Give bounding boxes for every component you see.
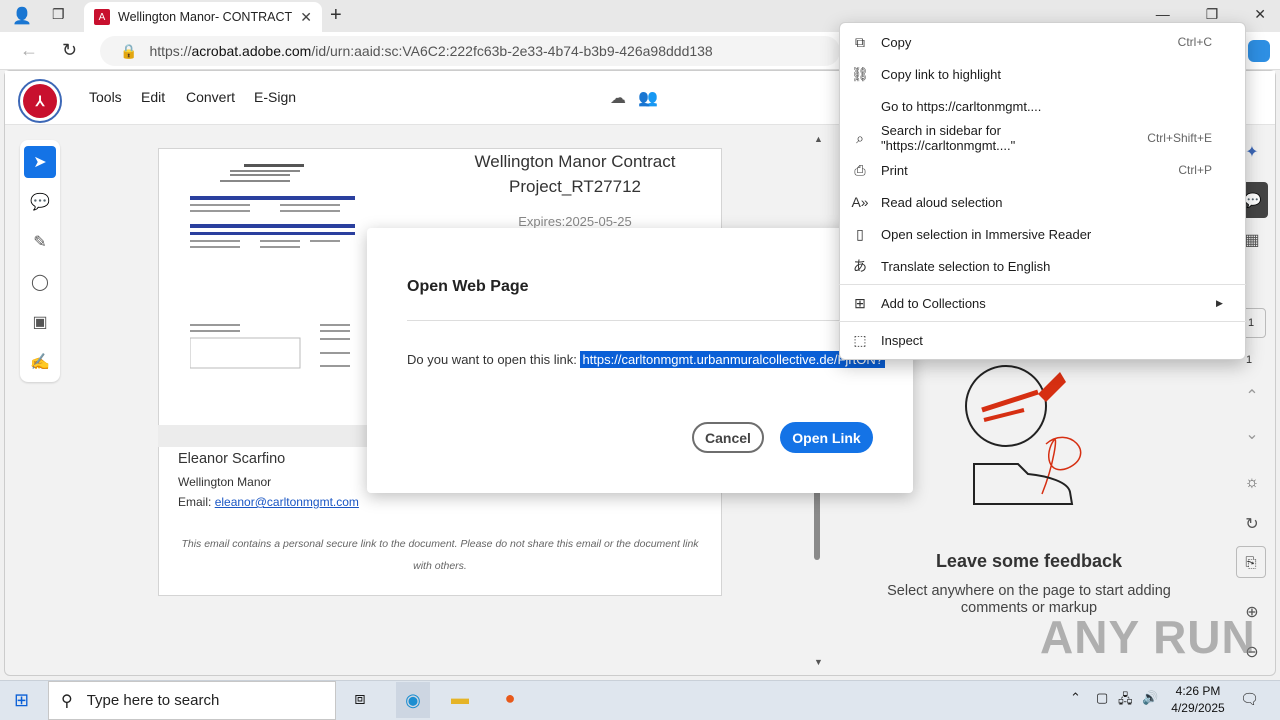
watermark: ANY RUN bbox=[1040, 611, 1256, 663]
document-info-icon[interactable]: ⎘ bbox=[1236, 546, 1266, 578]
document-title-line2: Project_RT27712 bbox=[509, 177, 641, 196]
translate-icon: あ bbox=[853, 258, 867, 274]
clock-time: 4:26 PM bbox=[1175, 684, 1221, 698]
dialog-message: Do you want to open this link: https://c… bbox=[407, 351, 885, 368]
dialog-separator bbox=[407, 320, 873, 321]
file-explorer-icon[interactable]: ▬ bbox=[446, 688, 474, 712]
inspect-icon: ⬚ bbox=[853, 331, 867, 348]
clock[interactable]: 4:26 PM 4/29/2025 bbox=[1162, 683, 1234, 717]
search-icon: ⚲ bbox=[61, 692, 73, 710]
cloud-icon[interactable]: ☁ bbox=[610, 88, 626, 108]
comment-tool-icon[interactable]: 💬 bbox=[24, 186, 56, 218]
lock-icon[interactable]: 🔒 bbox=[120, 43, 137, 60]
link-highlight-icon: ⛓ bbox=[851, 65, 869, 82]
feedback-title: Leave some feedback bbox=[935, 551, 1123, 571]
context-separator bbox=[839, 321, 1246, 322]
dialog-title: Open Web Page bbox=[407, 278, 529, 295]
lasso-tool-icon[interactable]: ◯ bbox=[24, 266, 56, 298]
url-text: https://acrobat.adobe.com/id/urn:aaid:sc… bbox=[149, 43, 713, 59]
windows-start-icon[interactable]: ⊞ bbox=[14, 690, 29, 711]
back-arrow-icon[interactable]: ← bbox=[20, 40, 38, 61]
document-title-line1: Wellington Manor Contract bbox=[474, 152, 676, 171]
tab-title: Wellington Manor- CONTRACT P bbox=[118, 10, 293, 24]
document-invoice-image bbox=[189, 160, 358, 380]
immersive-reader-icon: ▯ bbox=[856, 225, 864, 242]
copy-icon: ⧉ bbox=[855, 33, 865, 50]
sender-organization: Wellington Manor bbox=[178, 475, 272, 489]
refresh-icon[interactable]: ↻ bbox=[62, 40, 77, 61]
tray-chevron-icon[interactable]: ⌃ bbox=[1070, 690, 1081, 706]
new-tab-button[interactable]: + bbox=[330, 4, 342, 27]
context-item-translate[interactable]: あ Translate selection to English bbox=[839, 250, 1246, 282]
sign-tool-icon[interactable]: ✍ bbox=[24, 346, 56, 378]
context-item-immersive-reader[interactable]: ▯ Open selection in Immersive Reader bbox=[839, 218, 1246, 250]
context-item-read-aloud[interactable]: A» Read aloud selection bbox=[839, 186, 1246, 218]
document-disclaimer: This email contains a personal secure li… bbox=[181, 538, 699, 572]
pdf-icon: A bbox=[94, 9, 110, 25]
restore-icon[interactable]: ❐ bbox=[1206, 6, 1219, 23]
tray-device-icon[interactable]: ▢ bbox=[1096, 690, 1108, 706]
scroll-down-icon[interactable]: ▼ bbox=[814, 657, 823, 667]
document-expires: Expires:2025-05-25 bbox=[518, 214, 632, 229]
context-item-copy-link-highlight[interactable]: ⛓ Copy link to highlight bbox=[839, 58, 1246, 90]
notification-icon[interactable]: 🗨 bbox=[1240, 690, 1259, 708]
close-window-icon[interactable]: ✕ bbox=[1254, 6, 1266, 23]
edge-taskbar-icon[interactable]: ◉ bbox=[396, 682, 430, 718]
network-icon[interactable]: 🖧 bbox=[1118, 690, 1133, 712]
theme-icon[interactable]: ☼ bbox=[1240, 474, 1264, 492]
read-aloud-icon: A» bbox=[851, 194, 869, 210]
menu-edit[interactable]: Edit bbox=[141, 89, 165, 105]
volume-icon[interactable]: 🔊 bbox=[1142, 690, 1158, 706]
page-total: 1 bbox=[1246, 354, 1253, 366]
context-item-search-sidebar[interactable]: ⌕ Search in sidebar for "https://carltonm… bbox=[839, 122, 1246, 154]
rotate-icon[interactable]: ↻ bbox=[1240, 514, 1264, 534]
copilot-icon[interactable] bbox=[1248, 40, 1270, 62]
chevron-up-icon[interactable]: ⌃ bbox=[1240, 386, 1264, 406]
context-separator bbox=[839, 284, 1246, 285]
menu-tools[interactable]: Tools bbox=[89, 89, 122, 105]
firefox-icon[interactable]: ● bbox=[496, 688, 524, 712]
print-icon: ⎙ bbox=[854, 161, 866, 178]
sidebar-search-icon: ⌕ bbox=[856, 129, 864, 146]
context-item-go-to[interactable]: Go to https://carltonmgmt.... bbox=[839, 90, 1246, 122]
sender-email-link[interactable]: eleanor@carltonmgmt.com bbox=[215, 495, 359, 509]
context-item-add-collections[interactable]: ⊞ Add to Collections ▶ bbox=[839, 287, 1246, 319]
submenu-arrow-icon: ▶ bbox=[1216, 297, 1223, 308]
context-item-print[interactable]: ⎙ Print Ctrl+P bbox=[839, 154, 1246, 186]
address-bar[interactable]: 🔒 https://acrobat.adobe.com/id/urn:aaid:… bbox=[100, 36, 840, 66]
context-item-inspect[interactable]: ⬚ Inspect bbox=[839, 324, 1246, 356]
taskbar-search[interactable]: ⚲ Type here to search bbox=[48, 681, 336, 720]
acrobat-logo[interactable]: ⅄ bbox=[18, 79, 62, 123]
sender-email-line: Email: eleanor@carltonmgmt.com bbox=[178, 495, 359, 509]
scroll-up-icon[interactable]: ▲ bbox=[814, 134, 823, 144]
scroll-thumb[interactable] bbox=[814, 490, 820, 560]
profile-icon[interactable]: 👤 bbox=[12, 6, 32, 26]
menu-esign[interactable]: E-Sign bbox=[254, 89, 296, 105]
task-view-icon[interactable]: ⧈ bbox=[346, 688, 374, 712]
collections-icon: ⊞ bbox=[854, 294, 866, 311]
share-people-icon[interactable]: 👥 bbox=[638, 88, 658, 108]
menu-convert[interactable]: Convert bbox=[186, 89, 235, 105]
context-item-copy[interactable]: ⧉ Copy Ctrl+C bbox=[839, 26, 1246, 58]
window-controls: — ❐ ✕ bbox=[1156, 6, 1266, 23]
taskbar-search-placeholder: Type here to search bbox=[86, 692, 220, 709]
open-link-button[interactable]: Open Link bbox=[780, 422, 873, 453]
browser-tab-active[interactable]: A Wellington Manor- CONTRACT P ✕ bbox=[84, 2, 322, 32]
close-tab-icon[interactable]: ✕ bbox=[300, 9, 312, 26]
text-box-tool-icon[interactable]: ▣ bbox=[24, 306, 56, 338]
chevron-down-icon[interactable]: ⌄ bbox=[1240, 424, 1264, 444]
sender-name: Eleanor Scarfino bbox=[178, 451, 286, 467]
select-tool-icon[interactable]: ➤ bbox=[24, 146, 56, 178]
feedback-illustration bbox=[958, 364, 1098, 517]
acrobat-icon: ⅄ bbox=[23, 84, 57, 118]
tab-actions-icon[interactable]: ❐ bbox=[52, 6, 65, 23]
minimize-icon[interactable]: — bbox=[1156, 6, 1170, 23]
cancel-button[interactable]: Cancel bbox=[692, 422, 764, 453]
clock-date: 4/29/2025 bbox=[1171, 701, 1225, 715]
draw-tool-icon[interactable]: ✎ bbox=[24, 226, 56, 258]
